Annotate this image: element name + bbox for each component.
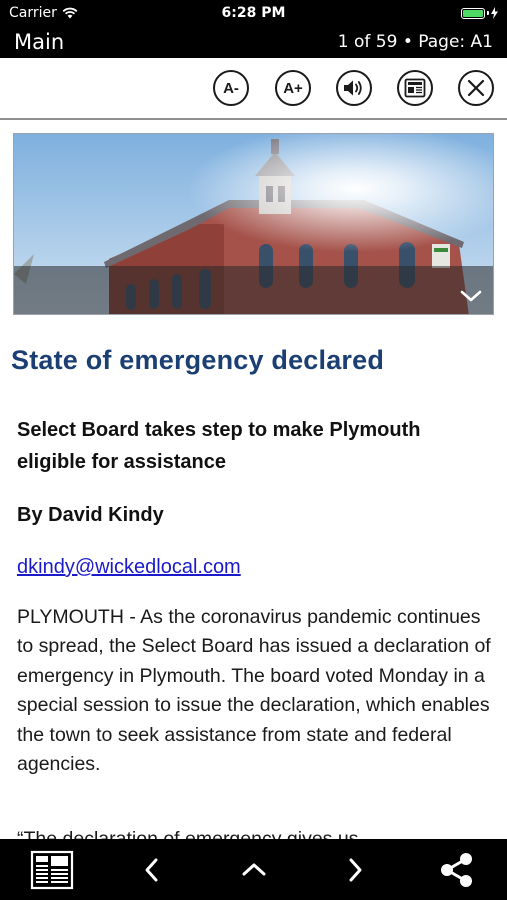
chevron-left-icon [145,858,158,881]
article-byline: By David Kindy [17,504,164,526]
page-indicator: 1 of 59 • Page: A1 [337,32,493,52]
increase-font-label: A+ [283,79,303,97]
decrease-font-label: A- [223,79,239,97]
article-headline: State of emergency declared [11,345,385,375]
next-article-button[interactable] [335,839,375,900]
share-button[interactable] [436,839,478,900]
section-title[interactable]: Main [14,28,64,56]
page-thumbnails-button[interactable] [26,839,78,900]
clock: 6:28 PM [221,5,286,21]
share-icon [441,852,472,887]
speaker-icon [344,80,362,96]
title-bar: Main 1 of 59 • Page: A1 [0,28,507,58]
newspaper-pages-icon [30,850,74,889]
bottom-navigation-bar [0,839,507,900]
article-paragraph-partial: “The declaration of emergency gives us [17,828,359,839]
author-email-link[interactable]: dkindy@wickedlocal.com [17,551,241,583]
charging-bolt-icon [491,7,498,19]
close-button[interactable] [458,70,494,106]
chevron-up-icon [242,863,266,875]
chevron-down-icon[interactable] [459,288,483,304]
battery-indicator [461,7,498,19]
article-subheadline: Select Board takes step to make Plymouth… [17,419,421,473]
article-photo[interactable] [13,133,494,315]
decrease-font-button[interactable]: A- [213,70,249,106]
close-icon [467,79,485,97]
chevron-right-icon [349,858,362,881]
status-bar: Carrier 6:28 PM [0,0,507,28]
article-toolbar: A- A+ [0,58,507,120]
article-paragraph: PLYMOUTH - As the coronavirus pandemic c… [17,606,491,776]
previous-article-button[interactable] [132,839,172,900]
increase-font-button[interactable]: A+ [275,70,311,106]
audio-button[interactable] [336,70,372,106]
scroll-up-button[interactable] [234,839,274,900]
photo-caption-bar [14,266,493,314]
battery-icon [461,7,485,19]
newspaper-icon [404,78,426,98]
page-view-button[interactable] [397,70,433,106]
